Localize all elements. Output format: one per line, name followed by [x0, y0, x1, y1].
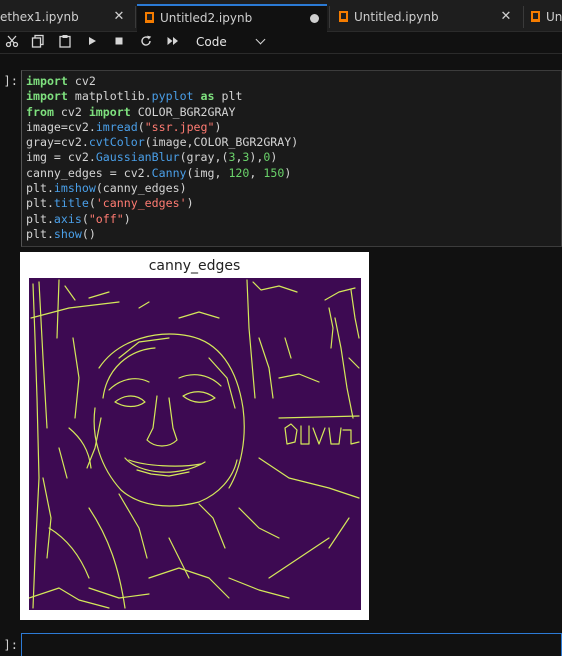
cell-prompt: ]: — [3, 74, 18, 88]
tab-untitled2[interactable]: Untitled2.ipynb — [137, 4, 327, 32]
notebook-icon — [339, 11, 348, 22]
code-line: import matplotlib.pyplot as plt — [26, 89, 243, 104]
canny-edges-image — [28, 278, 361, 610]
notebook-toolbar: Code — [0, 32, 562, 54]
code-editor[interactable]: import cv2 import matplotlib.pyplot as pl… — [26, 74, 298, 242]
stop-icon[interactable] — [111, 34, 127, 50]
chevron-down-icon — [255, 34, 266, 45]
code-line: from cv2 import COLOR_BGR2GRAY — [26, 104, 236, 119]
code-line: plt.axis("off") — [26, 211, 131, 226]
code-line: img = cv2.GaussianBlur(gray,(3,3),0) — [26, 150, 278, 165]
code-cell[interactable]: import cv2 import matplotlib.pyplot as pl… — [21, 70, 562, 247]
cell-output: canny_edges — [20, 252, 369, 620]
empty-code-cell[interactable] — [21, 633, 562, 656]
restart-icon[interactable] — [138, 34, 154, 50]
close-icon[interactable]: ✕ — [499, 6, 513, 28]
unsaved-dot-icon[interactable] — [310, 14, 319, 23]
tab-label: Unt — [546, 10, 562, 24]
cell-prompt: ]: — [3, 638, 18, 652]
copy-icon[interactable] — [30, 34, 46, 50]
code-line: plt.show() — [26, 226, 96, 241]
tab-bar: ethex1.ipynb ✕ Untitled2.ipynb Untitled.… — [0, 0, 562, 32]
cell-type-label: Code — [196, 35, 227, 49]
scissors-icon[interactable] — [4, 34, 20, 50]
code-line: canny_edges = cv2.Canny(img, 120, 150) — [26, 165, 292, 180]
tab-ethex1[interactable]: ethex1.ipynb ✕ — [0, 6, 132, 28]
tab-truncated[interactable]: Unt — [525, 6, 562, 28]
code-line: plt.imshow(canny_edges) — [26, 181, 187, 196]
edge-drawing — [28, 279, 360, 609]
run-all-icon[interactable] — [165, 34, 181, 50]
tab-untitled[interactable]: Untitled.ipynb ✕ — [331, 6, 521, 28]
code-line: plt.title('canny_edges') — [26, 196, 194, 211]
tab-label: ethex1.ipynb — [0, 10, 79, 24]
plot-title: canny_edges — [148, 258, 241, 274]
run-icon[interactable] — [84, 34, 100, 50]
close-icon[interactable]: ✕ — [112, 6, 126, 28]
tab-label: Untitled2.ipynb — [160, 11, 253, 25]
code-line: import cv2 — [26, 74, 96, 88]
notebook-icon — [531, 11, 540, 22]
paste-icon[interactable] — [57, 34, 73, 50]
code-line: gray=cv2.cvtColor(image,COLOR_BGR2GRAY) — [26, 135, 299, 150]
cell-type-select[interactable]: Code — [196, 33, 268, 51]
code-line: image=cv2.imread("ssr.jpeg") — [26, 119, 222, 134]
tab-label: Untitled.ipynb — [354, 10, 439, 24]
notebook-icon — [145, 12, 154, 23]
